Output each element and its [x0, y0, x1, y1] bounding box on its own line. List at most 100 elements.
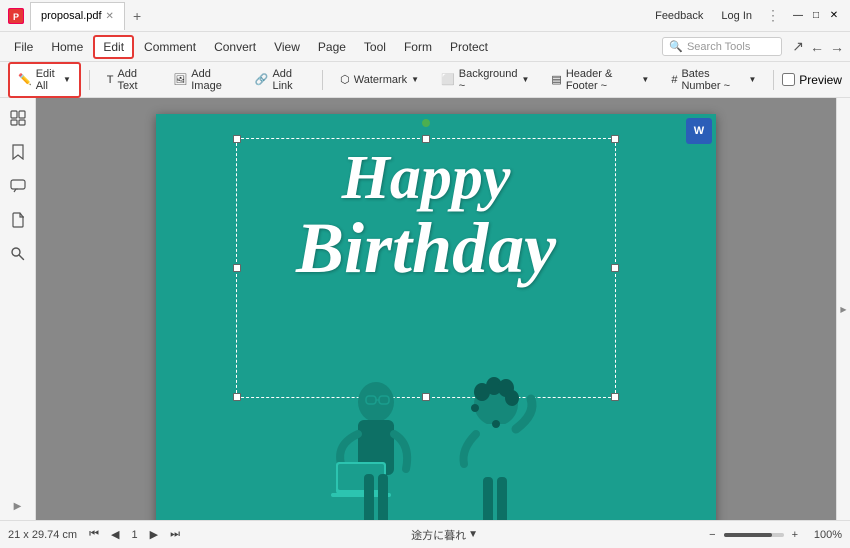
- window-controls: — □ ✕: [790, 8, 842, 24]
- add-image-button[interactable]: 🖼 Add Image: [164, 63, 241, 97]
- header-footer-label: Header & Footer ~: [566, 68, 638, 92]
- search-icon: 🔍: [669, 40, 683, 53]
- people-illustration: [236, 374, 636, 520]
- zoom-fill: [724, 533, 772, 537]
- zoom-controls: − + 100%: [705, 527, 842, 543]
- tab-close-icon[interactable]: ✕: [106, 11, 114, 22]
- next-page-button[interactable]: ▶: [146, 526, 162, 543]
- zoom-in-button[interactable]: +: [788, 527, 802, 543]
- sidebar-attachments-icon[interactable]: [6, 208, 30, 232]
- header-footer-dropdown-icon: ▼: [641, 75, 649, 84]
- page-size: 21 x 29.74 cm: [8, 529, 77, 541]
- status-bar: 21 x 29.74 cm ⏮ ◀ 1 ▶ ⏭ 途方に暮れ ▼ − + 100%: [0, 520, 850, 548]
- sidebar-thumbnails-icon[interactable]: [6, 106, 30, 130]
- bates-icon: #: [671, 74, 677, 86]
- prev-page-button[interactable]: ◀: [107, 526, 123, 543]
- status-center: 途方に暮れ ▼: [192, 527, 697, 543]
- link-icon: 🔗: [255, 73, 269, 86]
- first-page-button[interactable]: ⏮: [85, 526, 103, 543]
- menu-icons-right: ↗ ← →: [792, 38, 844, 55]
- header-footer-button[interactable]: ▤ Header & Footer ~ ▼: [542, 63, 658, 97]
- toolbar: ✏️ Edit All ▼ T Add Text 🖼 Add Image 🔗 A…: [0, 62, 850, 98]
- tab-title: proposal.pdf: [41, 10, 102, 22]
- menu-comment[interactable]: Comment: [136, 37, 204, 57]
- nav-controls: ⏮ ◀ 1 ▶ ⏭: [85, 526, 184, 543]
- watermark-dropdown-icon: ▼: [411, 75, 419, 84]
- separator-2: [322, 70, 323, 90]
- preview-checkbox-area[interactable]: Preview: [782, 73, 842, 87]
- more-options-icon[interactable]: ⋮: [766, 7, 780, 24]
- left-sidebar: ▶: [0, 98, 36, 520]
- tab-area: proposal.pdf ✕ +: [30, 2, 149, 30]
- menu-protect[interactable]: Protect: [442, 37, 496, 57]
- title-bar-left: P proposal.pdf ✕ +: [8, 2, 149, 30]
- maximize-button[interactable]: □: [808, 8, 824, 24]
- edit-all-button[interactable]: ✏️ Edit All ▼: [8, 62, 81, 98]
- bates-number-button[interactable]: # Bates Number ~ ▼: [662, 63, 765, 97]
- birthday-text: Birthday: [226, 212, 626, 284]
- menu-file[interactable]: File: [6, 37, 41, 57]
- sidebar-search-icon[interactable]: [6, 242, 30, 266]
- word-icon[interactable]: W: [686, 118, 712, 144]
- menu-convert[interactable]: Convert: [206, 37, 264, 57]
- preview-label: Preview: [799, 73, 842, 87]
- sidebar-comments-icon[interactable]: [6, 174, 30, 198]
- back-icon[interactable]: ←: [810, 39, 824, 55]
- feedback-button[interactable]: Feedback: [651, 8, 707, 24]
- menu-view[interactable]: View: [266, 37, 308, 57]
- right-panel-toggle[interactable]: ▶: [836, 98, 850, 520]
- handle-top-left[interactable]: [233, 135, 241, 143]
- bates-dropdown-icon: ▼: [749, 75, 757, 84]
- handle-top-center[interactable]: [422, 135, 430, 143]
- add-text-button[interactable]: T Add Text: [98, 63, 161, 97]
- forward-icon[interactable]: →: [830, 39, 844, 55]
- bates-label: Bates Number ~: [681, 68, 744, 92]
- sidebar-bookmarks-icon[interactable]: [6, 140, 30, 164]
- menu-tool[interactable]: Tool: [356, 37, 394, 57]
- menu-form[interactable]: Form: [396, 37, 440, 57]
- watermark-label: Watermark: [354, 74, 407, 86]
- add-link-label: Add Link: [272, 68, 305, 92]
- search-placeholder: Search Tools: [687, 41, 750, 53]
- header-footer-icon: ▤: [551, 73, 561, 86]
- sidebar-expand-arrow[interactable]: ▶: [12, 500, 24, 512]
- background-dropdown-icon: ▼: [522, 75, 530, 84]
- happy-text: Happy: [226, 144, 626, 212]
- japanese-status-text: 途方に暮れ: [411, 527, 466, 543]
- title-bar: P proposal.pdf ✕ + Feedback Log In ⋮ — □…: [0, 0, 850, 32]
- external-link-icon[interactable]: ↗: [792, 38, 804, 55]
- page-number: 1: [127, 529, 141, 541]
- minimize-button[interactable]: —: [790, 8, 806, 24]
- add-image-label: Add Image: [191, 68, 233, 92]
- background-icon: ⬜: [441, 73, 455, 86]
- handle-top-right[interactable]: [611, 135, 619, 143]
- background-label: Background ~: [459, 68, 518, 92]
- separator-3: [773, 70, 774, 90]
- svg-text:P: P: [13, 12, 19, 22]
- menu-home[interactable]: Home: [43, 37, 91, 57]
- add-image-icon: 🖼: [173, 73, 187, 86]
- rotation-handle[interactable]: [422, 119, 430, 127]
- birthday-text-container: Happy Birthday: [226, 144, 626, 284]
- search-tools-input[interactable]: 🔍 Search Tools: [662, 37, 782, 56]
- zoom-slider[interactable]: [724, 533, 784, 537]
- close-button[interactable]: ✕: [826, 8, 842, 24]
- menu-page[interactable]: Page: [310, 37, 354, 57]
- add-link-button[interactable]: 🔗 Add Link: [246, 63, 315, 97]
- pdf-tab[interactable]: proposal.pdf ✕: [30, 2, 125, 30]
- menu-edit[interactable]: Edit: [93, 35, 134, 59]
- zoom-out-button[interactable]: −: [705, 527, 719, 543]
- dropdown-arrow-icon: ▼: [63, 75, 71, 84]
- menu-bar: File Home Edit Comment Convert View Page…: [0, 32, 850, 62]
- preview-checkbox[interactable]: [782, 73, 795, 86]
- watermark-button[interactable]: ⬡ Watermark ▼: [331, 68, 428, 91]
- dropdown-status-icon[interactable]: ▼: [468, 529, 478, 540]
- background-button[interactable]: ⬜ Background ~ ▼: [432, 63, 538, 97]
- pdf-page: Happy Birthday: [156, 114, 716, 520]
- login-button[interactable]: Log In: [717, 8, 756, 24]
- status-left: 21 x 29.74 cm: [8, 529, 77, 541]
- edit-all-label: Edit All: [36, 68, 59, 92]
- status-right: − + 100%: [705, 527, 842, 543]
- new-tab-button[interactable]: +: [125, 4, 149, 28]
- last-page-button[interactable]: ⏭: [166, 526, 184, 543]
